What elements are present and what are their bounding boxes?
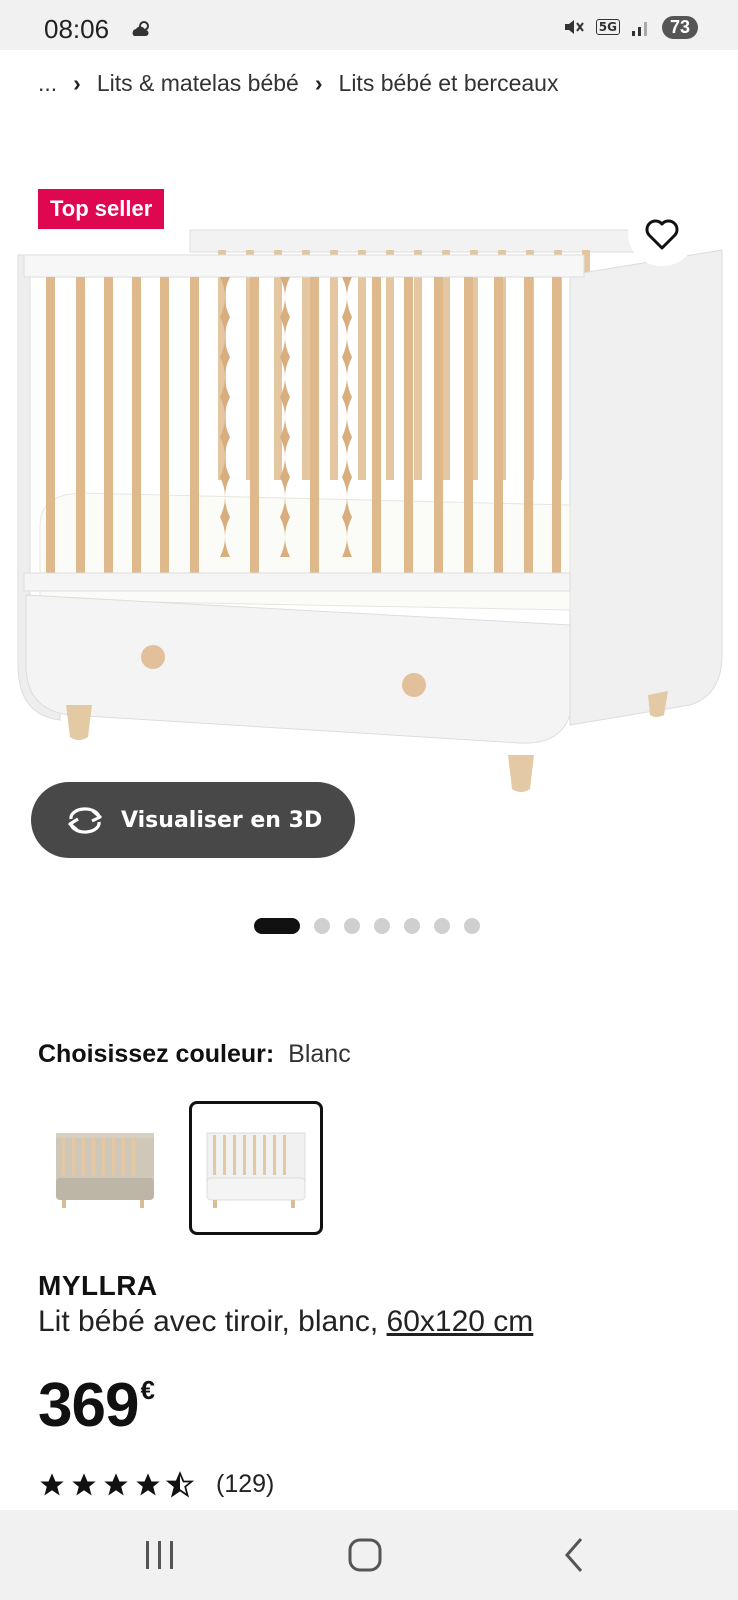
weather-cloud-icon: [132, 21, 149, 36]
star-full-icon: [136, 1472, 160, 1495]
heart-icon: [645, 219, 679, 250]
color-value: Blanc: [288, 1040, 351, 1068]
price-currency: €: [140, 1375, 155, 1405]
product-description-text: Lit bébé avec tiroir, blanc,: [38, 1305, 379, 1338]
home-icon[interactable]: [345, 1535, 385, 1575]
rating-stars: [38, 1470, 194, 1499]
product-image[interactable]: [0, 225, 738, 815]
product-price: 369 €: [38, 1375, 155, 1437]
swatch-blanc-image: [206, 1132, 306, 1208]
favorite-button[interactable]: [628, 202, 696, 266]
breadcrumb-item-lits-matelas[interactable]: Lits & matelas bébé: [97, 70, 299, 97]
color-label: Choisissez couleur:: [38, 1040, 275, 1068]
star-full-icon: [104, 1472, 128, 1495]
carousel-indicator: [254, 918, 480, 934]
status-time: 08:06: [44, 14, 110, 44]
carousel-dot[interactable]: [314, 918, 330, 934]
product-description: Lit bébé avec tiroir, blanc, 60x120 cm: [38, 1305, 533, 1339]
carousel-dot[interactable]: [434, 918, 450, 934]
status-bar: 08:06 5G 73: [0, 0, 738, 50]
color-chooser: Choisissez couleur: Blanc: [38, 1040, 351, 1069]
price-integer: 369: [38, 1371, 139, 1440]
network-type: 5G: [595, 19, 620, 35]
carousel-dot[interactable]: [254, 918, 300, 934]
rotate-3d-icon: [68, 807, 102, 834]
product-size-link[interactable]: 60x120 cm: [387, 1305, 534, 1338]
mute-icon: [564, 20, 584, 34]
carousel-dot[interactable]: [344, 918, 360, 934]
view-3d-button[interactable]: Visualiser en 3D: [31, 782, 355, 858]
review-count: (129): [216, 1470, 275, 1498]
star-half-icon: [166, 1470, 194, 1498]
swatch-beige-image: [56, 1133, 154, 1208]
carousel-dot[interactable]: [374, 918, 390, 934]
recents-icon[interactable]: [140, 1535, 180, 1575]
back-icon[interactable]: [555, 1535, 595, 1575]
product-name: MYLLRA: [38, 1270, 158, 1301]
battery-level: 73: [661, 15, 698, 39]
product-rating[interactable]: (129): [38, 1470, 274, 1499]
breadcrumb-ellipsis[interactable]: ...: [38, 70, 57, 97]
view-3d-label: Visualiser en 3D: [121, 807, 323, 833]
star-full-icon: [72, 1472, 96, 1495]
star-full-icon: [40, 1472, 64, 1495]
color-swatch-blanc[interactable]: [189, 1101, 323, 1235]
signal-icon: [631, 22, 647, 36]
chevron-right-icon: ›: [73, 70, 81, 96]
chevron-right-icon: ›: [314, 70, 323, 96]
carousel-dot[interactable]: [464, 918, 480, 934]
breadcrumb: ... › Lits & matelas bébé › Lits bébé et…: [38, 70, 558, 97]
carousel-dot[interactable]: [404, 918, 420, 934]
breadcrumb-item-lits-bebe[interactable]: Lits bébé et berceaux: [339, 70, 559, 97]
color-swatch-beige[interactable]: [38, 1101, 172, 1235]
top-seller-badge: Top seller: [38, 189, 165, 229]
system-nav-bar: [0, 1510, 738, 1600]
